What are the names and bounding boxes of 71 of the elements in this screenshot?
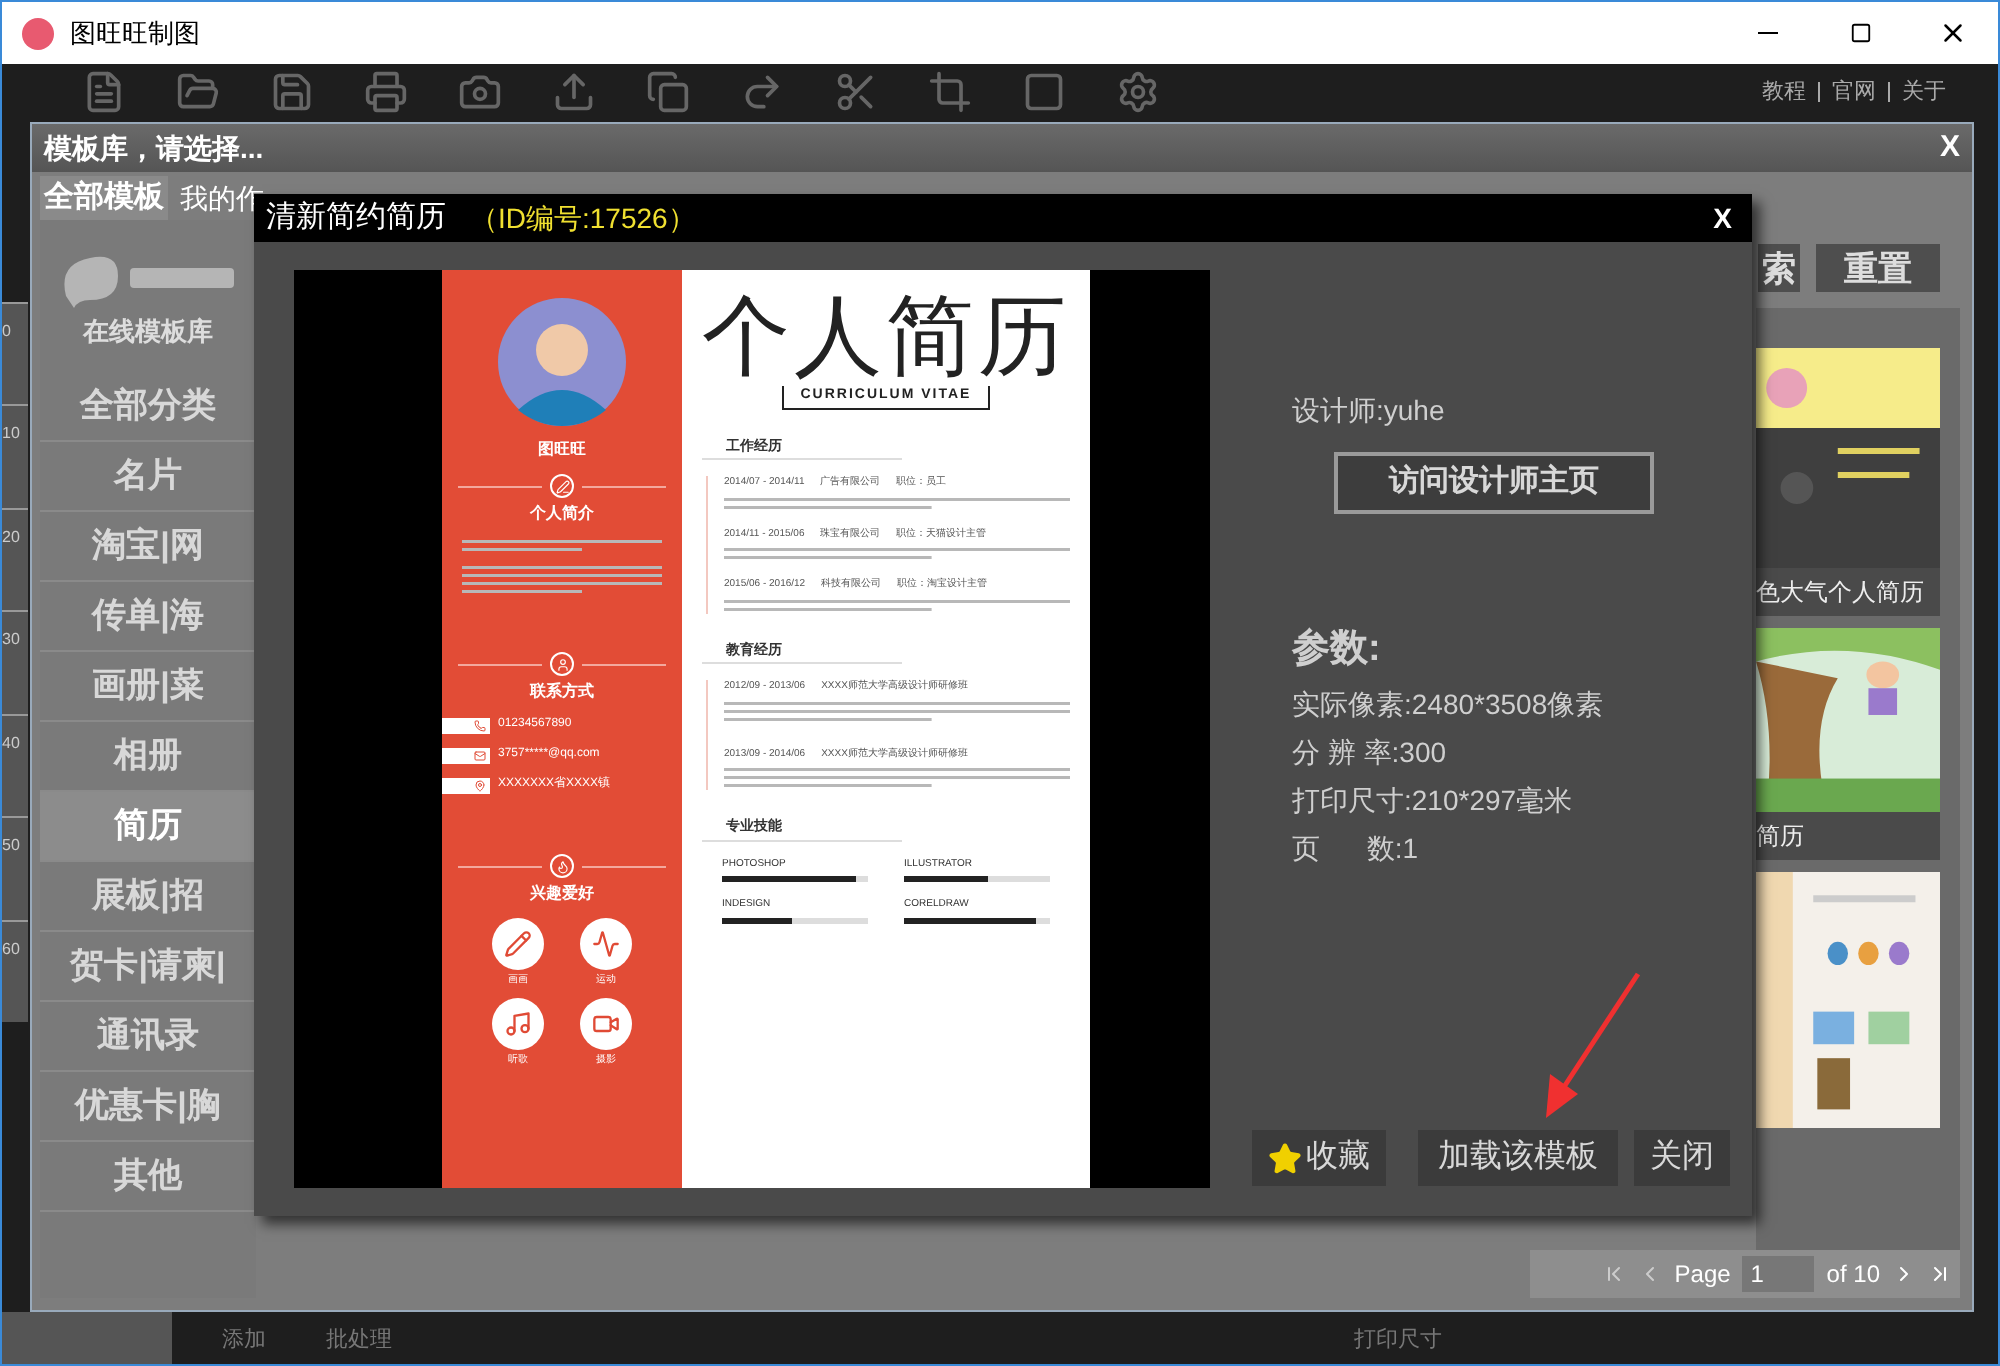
ruler-mark: 50: [2, 816, 28, 920]
ruler-mark: 20: [2, 507, 28, 611]
param-text: 页 数:1: [1292, 829, 1421, 867]
music-icon: [504, 1009, 532, 1037]
close-button[interactable]: X: [1705, 197, 1740, 239]
last-page-icon[interactable]: [1928, 1262, 1952, 1286]
param-text: 实际像素:2480*3508像素: [1292, 685, 1606, 723]
resume-heading: 个人简历: [702, 290, 1070, 386]
section-icon: [550, 854, 574, 878]
toolbar-button[interactable]: 重置: [1816, 244, 1940, 292]
section-title: 兴趣爱好: [530, 882, 594, 906]
mail-icon: [474, 749, 486, 761]
header-link[interactable]: 教程: [1762, 75, 1806, 109]
save-icon[interactable]: [270, 70, 314, 114]
printer-icon[interactable]: [364, 70, 408, 114]
folder-icon[interactable]: [176, 70, 220, 114]
camera-icon[interactable]: [458, 70, 502, 114]
ruler-mark: 40: [2, 713, 28, 817]
dialog-button[interactable]: 加载该模板: [1418, 1130, 1618, 1186]
template-caption: 简历: [1756, 812, 1940, 860]
params-title: 参数:: [1292, 625, 1383, 674]
print-size-label: 打印尺寸: [1354, 1325, 1442, 1356]
close-button[interactable]: X: [1939, 125, 1960, 171]
pin-icon: [474, 779, 486, 791]
tab[interactable]: 全部模板: [40, 176, 168, 220]
minimize-icon: [1758, 32, 1778, 34]
square-icon[interactable]: [1022, 70, 1066, 114]
copy-icon[interactable]: [646, 70, 690, 114]
upload-icon[interactable]: [552, 70, 596, 114]
param-text: 分 辨 率:300: [1292, 733, 1449, 771]
page-total: of 10: [1826, 1258, 1880, 1292]
logo-icon: [58, 252, 238, 308]
ruler-mark: 60: [2, 919, 28, 1022]
page-field[interactable]: 1: [1742, 1256, 1815, 1292]
phone-icon: [474, 719, 486, 731]
window-title: 图旺旺制图: [70, 15, 200, 52]
section-title: 个人简介: [530, 502, 594, 526]
settings-icon[interactable]: [1116, 70, 1160, 114]
section-title: 联系方式: [530, 680, 594, 704]
param-text: 打印尺寸:210*297毫米: [1292, 781, 1575, 819]
avatar-icon: [498, 298, 626, 426]
dialog-title: 清新简约简历: [266, 197, 446, 238]
scissors-icon[interactable]: [834, 70, 878, 114]
logo-caption: 在线模板库: [83, 314, 213, 350]
header-link[interactable]: 官网: [1832, 75, 1876, 109]
header-link[interactable]: 关于: [1902, 75, 1946, 109]
bottom-button[interactable]: 添加: [222, 1323, 266, 1357]
category-item[interactable]: 简历: [40, 791, 256, 861]
crop-icon[interactable]: [928, 70, 972, 114]
ruler-mark: 10: [2, 404, 28, 508]
app-logo-icon: [22, 17, 54, 49]
page-label: Page: [1674, 1258, 1731, 1292]
maximize-icon: [1849, 22, 1871, 44]
library-title: 模板库，请选择...: [44, 129, 264, 167]
document-icon[interactable]: [82, 70, 126, 114]
ruler-mark: 0: [2, 302, 28, 405]
dialog-button[interactable]: 关闭: [1634, 1130, 1730, 1186]
bottom-button[interactable]: 批处理: [326, 1323, 392, 1357]
pencil-icon: [504, 930, 532, 958]
person-name: 图旺旺: [538, 438, 586, 462]
visit-designer-button[interactable]: 访问设计师主页: [1334, 452, 1654, 514]
section-icon: [550, 474, 574, 498]
favorite-button[interactable]: 收藏: [1252, 1130, 1386, 1186]
toolbar-button[interactable]: 索: [1758, 244, 1800, 292]
ruler-mark: 30: [2, 610, 28, 714]
star-icon: [1268, 1141, 1302, 1175]
section-icon: [550, 652, 574, 676]
template-id: （ID编号:17526）: [470, 199, 696, 237]
template-caption: 色大气个人简历: [1756, 568, 1940, 616]
redo-icon[interactable]: [740, 70, 784, 114]
designer-label: 设计师:yuhe: [1292, 392, 1447, 430]
